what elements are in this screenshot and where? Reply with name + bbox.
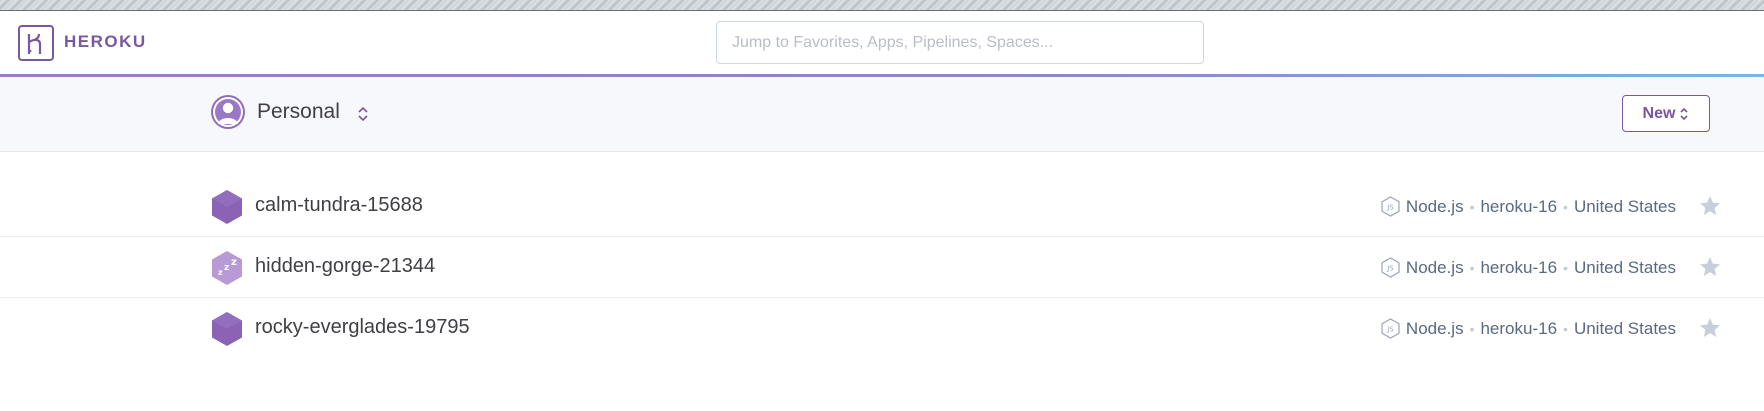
- app-stack: heroku-16: [1480, 196, 1558, 216]
- svg-text:z: z: [231, 257, 237, 268]
- star-icon[interactable]: [1698, 255, 1722, 279]
- desktop-background-strip: [0, 0, 1764, 11]
- chevron-up-down-icon[interactable]: [355, 103, 371, 125]
- chevron-up-down-icon: [1680, 107, 1689, 120]
- svg-text:JS: JS: [1386, 265, 1394, 273]
- star-icon[interactable]: [1698, 316, 1722, 340]
- app-region: United States: [1573, 257, 1676, 277]
- user-avatar-icon[interactable]: [211, 95, 245, 129]
- app-region: United States: [1573, 318, 1676, 338]
- nodejs-icon: JS: [1381, 318, 1400, 339]
- svg-text:JS: JS: [1386, 204, 1394, 212]
- app-stack: heroku-16: [1480, 318, 1558, 338]
- top-header: HEROKU: [0, 11, 1764, 75]
- logo-wordmark[interactable]: HEROKU: [64, 32, 147, 52]
- svg-text:JS: JS: [1386, 326, 1394, 334]
- separator-dot: •: [1563, 259, 1568, 276]
- app-stack: heroku-16: [1480, 257, 1558, 277]
- app-meta: JS Node.js • heroku-16 • United States: [1164, 298, 1764, 359]
- new-button[interactable]: New: [1622, 95, 1710, 132]
- hexagon-icon: [212, 190, 242, 224]
- nodejs-icon: JS: [1381, 196, 1400, 217]
- separator-dot: •: [1469, 198, 1475, 215]
- sleeping-hexagon-icon: z z z: [212, 251, 242, 285]
- separator-dot: •: [1563, 320, 1568, 337]
- svg-text:z: z: [224, 263, 229, 273]
- app-row[interactable]: z z z hidden-gorge-21344 JS Node.js • he…: [0, 237, 1764, 298]
- search-input[interactable]: [716, 21, 1204, 64]
- app-row[interactable]: rocky-everglades-19795 JS Node.js • hero…: [0, 298, 1764, 359]
- app-region: United States: [1573, 196, 1676, 216]
- app-name[interactable]: calm-tundra-15688: [255, 194, 423, 217]
- nodejs-icon: JS: [1381, 257, 1400, 278]
- app-meta: JS Node.js • heroku-16 • United States: [1164, 237, 1764, 298]
- heroku-logo-icon[interactable]: [18, 25, 54, 61]
- app-row[interactable]: calm-tundra-15688 JS Node.js • heroku-16…: [0, 176, 1764, 237]
- app-name[interactable]: hidden-gorge-21344: [255, 255, 435, 278]
- app-meta: JS Node.js • heroku-16 • United States: [1164, 176, 1764, 237]
- star-icon[interactable]: [1698, 194, 1722, 218]
- separator-dot: •: [1469, 259, 1475, 276]
- account-bar: Personal New: [0, 77, 1764, 152]
- svg-text:z: z: [218, 268, 223, 277]
- new-button-label: New: [1642, 104, 1676, 122]
- app-name[interactable]: rocky-everglades-19795: [255, 316, 470, 339]
- separator-dot: •: [1469, 320, 1475, 337]
- account-name[interactable]: Personal: [257, 100, 340, 124]
- app-language: Node.js: [1405, 196, 1464, 216]
- separator-dot: •: [1563, 198, 1568, 215]
- app-language: Node.js: [1405, 318, 1464, 338]
- app-language: Node.js: [1405, 257, 1464, 277]
- hexagon-icon: [212, 312, 242, 346]
